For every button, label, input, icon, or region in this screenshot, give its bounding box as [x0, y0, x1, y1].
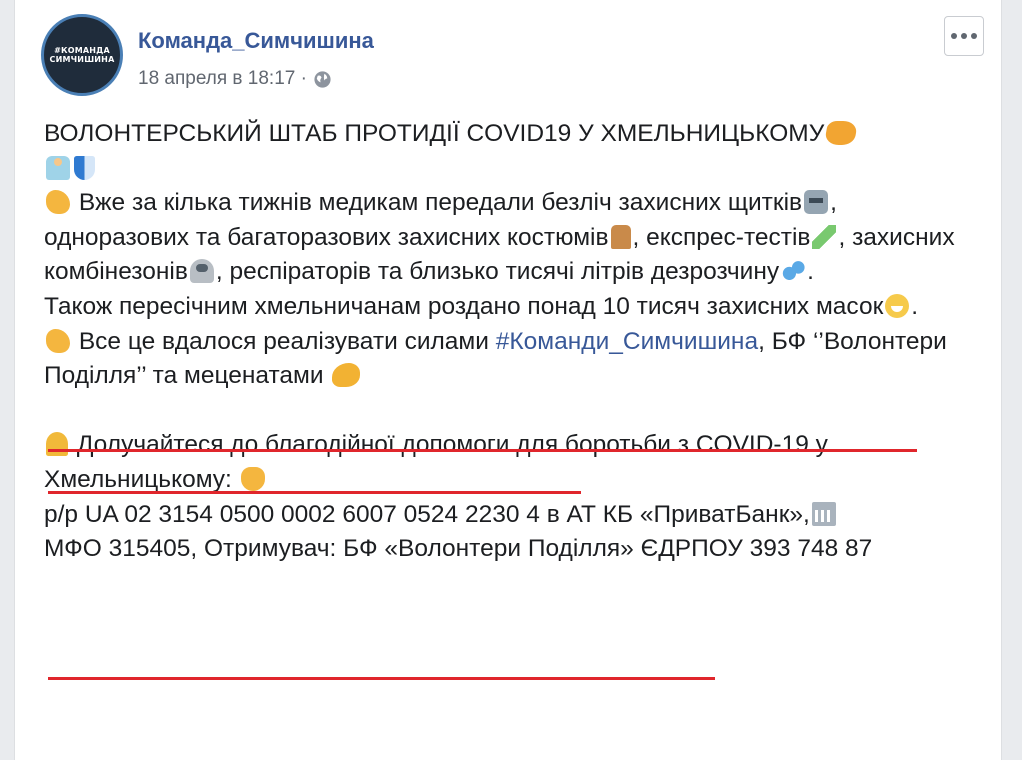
coat-icon	[610, 224, 631, 249]
thanks-text-1: Все це вдалося реалізувати силами	[78, 327, 489, 355]
robot-icon	[804, 190, 829, 215]
post-meta: 18 апреля в 18:17 ·	[138, 68, 332, 90]
headline-text: ВОЛОНТЕРСЬКИЙ ШТАБ ПРОТИДІЇ COVID19 У ХМ…	[44, 120, 825, 147]
masks-text: Також пересічним хмельничанам роздано по…	[44, 292, 884, 320]
paragraph-join: Долучайтеся до благодійної допомоги для …	[44, 428, 974, 497]
bank-details-text: МФО 315405, Отримувач: БФ «Волонтери Под…	[44, 535, 873, 563]
more-options-icon	[971, 33, 977, 39]
pointing-down-icon	[240, 466, 265, 491]
praying-hands-icon	[46, 432, 68, 457]
paragraph-supplies: Вже за кілька тижнів медикам передали бе…	[44, 186, 974, 290]
pointing-up-icon	[46, 328, 70, 353]
handshake-icon	[824, 121, 859, 145]
highlight-underline-1	[48, 449, 917, 452]
more-options-icon	[951, 33, 957, 39]
masks-text-end: .	[911, 292, 919, 320]
supplies-text-3: , експрес-тестів	[632, 223, 811, 251]
highlight-underline-3	[48, 677, 715, 680]
post-body: ВОЛОНТЕРСЬКИЙ ШТАБ ПРОТИДІЇ COVID19 У ХМ…	[44, 117, 974, 567]
join-text: Долучайтеся до благодійної допомоги для …	[44, 431, 828, 493]
more-options-icon	[961, 33, 967, 39]
muscle-icon	[332, 363, 361, 388]
post-author-link[interactable]: Команда_Симчишина	[138, 28, 374, 54]
globe-icon[interactable]	[313, 70, 332, 89]
droplets-icon	[781, 259, 806, 284]
avatar[interactable]: #КОМАНДА СИМЧИШИНА	[41, 14, 123, 96]
paragraph-bank: р/р UA 02 3154 0500 0002 6007 0524 2230 …	[44, 498, 974, 567]
avatar-text-line1: #КОМАНДА	[54, 46, 110, 55]
paragraph-masks: Також пересічним хмельничанам роздано по…	[44, 290, 974, 325]
hashtag-link[interactable]: #Команди_Симчишина	[496, 328, 758, 355]
supplies-text-5: , респіраторів та близько тисячі літрів …	[215, 258, 780, 286]
avatar-text-line2: СИМЧИШИНА	[49, 55, 115, 64]
test-tube-icon	[812, 224, 837, 249]
bank-account-text: р/р UA 02 3154 0500 0002 6007 0524 2230 …	[44, 500, 810, 528]
pointing-right-icon	[46, 190, 70, 215]
highlight-underline-2	[48, 491, 581, 494]
paragraph-thanks: Все це вдалося реалізувати силами #Коман…	[44, 325, 974, 394]
bank-icon	[811, 501, 836, 526]
astronaut-icon	[189, 259, 214, 284]
supplies-text-6: .	[807, 258, 814, 286]
post-timestamp[interactable]: 18 апреля в 18:17 ·	[138, 68, 307, 90]
post-headline: ВОЛОНТЕРСЬКИЙ ШТАБ ПРОТИДІЇ COVID19 У ХМ…	[44, 117, 974, 186]
shield-icon	[74, 155, 95, 180]
supplies-text-1: Вже за кілька тижнів медикам передали бе…	[78, 189, 803, 217]
smile-icon	[885, 293, 910, 318]
more-options-button[interactable]	[944, 16, 984, 56]
post-card: #КОМАНДА СИМЧИШИНА Команда_Симчишина 18 …	[14, 0, 1002, 760]
doctor-icon	[46, 155, 70, 180]
